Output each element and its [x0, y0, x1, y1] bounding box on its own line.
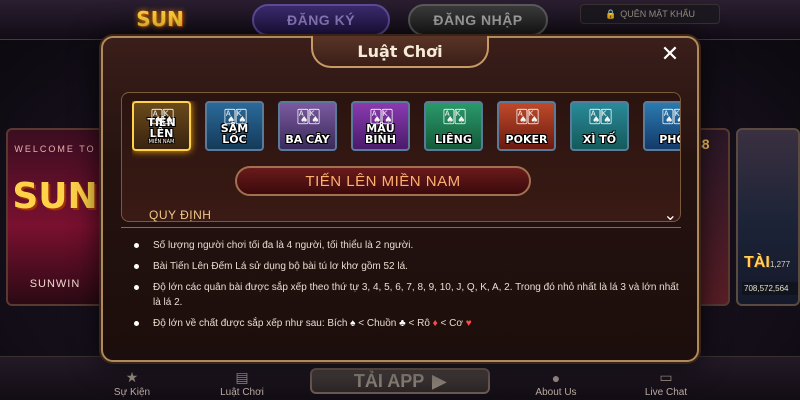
tai-value: 1,277: [770, 260, 791, 269]
tab-lieng[interactable]: 🂡🂮 LIÊNG: [424, 101, 483, 151]
cards-icon: 🂡🂮: [442, 109, 467, 124]
cards-icon: 🂡🂮: [223, 109, 248, 124]
nav-rules[interactable]: ▤ Luật Chơi: [202, 369, 282, 398]
tai-label: TÀI: [744, 254, 770, 271]
tab-sam-loc[interactable]: 🂡🂮 SÂM LỐC: [205, 101, 264, 151]
tab-xi-to[interactable]: 🂡🂮 XÌ TỐ: [570, 101, 629, 151]
nav-about-label: About Us: [535, 387, 577, 398]
tab-poker[interactable]: 🂡🂮 POKER: [497, 101, 556, 151]
nav-rules-label: Luật Chơi: [220, 387, 264, 398]
rule-item: Độ lớn các quân bài được sắp xếp theo th…: [129, 280, 679, 310]
nav-about[interactable]: ● About Us: [516, 370, 596, 398]
jackpot-value: 708,572,564: [742, 282, 798, 295]
cards-icon: 🂡🂮: [369, 109, 394, 124]
rule-text: < Cơ: [437, 318, 466, 329]
welcome-card[interactable]: WELCOME TO SUN SUNWIN: [6, 128, 104, 306]
nav-events[interactable]: ★ Sự Kiện: [92, 369, 172, 398]
tab-label: SÂM LỐC: [220, 122, 249, 146]
selected-game-title: TIẾN LÊN MIỀN NAM: [235, 166, 531, 196]
star-icon: ★: [125, 369, 139, 385]
top-bar: SUN ĐĂNG KÝ ĐĂNG NHẬP 🔒 QUÊN MẬT KHẨU: [0, 0, 800, 40]
rules-section-header[interactable]: QUY ĐỊNH ⌄: [121, 202, 681, 228]
rules-modal: Luật Chơi ✕ 🂡🂮 TIẾN LÊN MIỀN NAM 🂡🂮 SÂM L…: [101, 36, 699, 362]
tab-label: XÌ TỐ: [582, 133, 617, 146]
rule-text: < Rô: [405, 318, 433, 329]
nav-livechat[interactable]: ▭ Live Chat: [626, 369, 706, 398]
login-button[interactable]: ĐĂNG NHẬP: [408, 4, 548, 36]
rule-text: < Chuồn: [355, 318, 400, 329]
rule-item: Bài Tiến Lên Đếm Lá sử dụng bộ bài tú lơ…: [129, 259, 679, 274]
cards-icon: 🂡🂮: [661, 109, 680, 124]
download-app-button[interactable]: TẢI APP ▶: [310, 368, 490, 394]
tab-tien-len-mien-nam[interactable]: 🂡🂮 TIẾN LÊN MIỀN NAM: [132, 101, 191, 151]
tab-label: BA CÂY: [285, 133, 330, 146]
lock-icon: 🔒: [604, 8, 617, 19]
cards-icon: 🂡🂮: [150, 109, 175, 124]
close-icon[interactable]: ✕: [647, 40, 693, 68]
forgot-password-button[interactable]: 🔒 QUÊN MẬT KHẨU: [580, 4, 720, 24]
nav-events-label: Sự Kiện: [113, 387, 151, 398]
rule-text: Độ lớn về chất được sắp xếp như sau: Bíc…: [153, 318, 351, 329]
cards-icon: 🂡🂮: [588, 109, 613, 124]
rule-item: Độ lớn về chất được sắp xếp như sau: Bíc…: [129, 316, 679, 331]
game-card-taixiu[interactable]: TÀI 1,277 708,572,564: [736, 128, 800, 306]
tab-label: MẬU BINH: [365, 122, 396, 146]
welcome-card-logo: SUN: [12, 176, 98, 217]
tab-label: LIÊNG: [435, 133, 472, 146]
tab-ba-cay[interactable]: 🂡🂮 BA CÂY: [278, 101, 337, 151]
tab-label: PHỎ: [659, 133, 680, 146]
rules-list: Số lượng người chơi tối đa là 4 người, t…: [129, 238, 679, 337]
book-icon: ▤: [235, 369, 249, 385]
download-app-label: TẢI APP: [353, 370, 425, 391]
forgot-password-label: QUÊN MẬT KHẨU: [620, 9, 696, 19]
cards-icon: 🂡🂮: [296, 109, 321, 124]
person-icon: ●: [551, 370, 561, 386]
bottom-nav: ★ Sự Kiện ▤ Luật Chơi TẢI APP ▶ ● About …: [0, 356, 800, 400]
tab-mau-binh[interactable]: 🂡🂮 MẬU BINH: [351, 101, 410, 151]
tab-sublabel: MIỀN NAM: [148, 139, 175, 145]
chat-icon: ▭: [659, 369, 673, 385]
game-tabs: 🂡🂮 TIẾN LÊN MIỀN NAM 🂡🂮 SÂM LỐC 🂡🂮 BA CÂY…: [132, 101, 680, 159]
cards-icon: 🂡🂮: [515, 109, 540, 124]
register-button[interactable]: ĐĂNG KÝ: [252, 4, 390, 36]
modal-title: Luật Chơi: [311, 36, 489, 68]
nav-livechat-label: Live Chat: [644, 387, 688, 398]
section-label: QUY ĐỊNH: [149, 207, 212, 222]
sunwin-logo: SUN: [136, 7, 184, 31]
tab-label: POKER: [505, 133, 548, 146]
rule-item: Số lượng người chơi tối đa là 4 người, t…: [129, 238, 679, 253]
play-icon: ▶: [432, 370, 447, 391]
chevron-down-icon: ⌄: [663, 205, 677, 224]
welcome-card-brand: SUNWIN: [29, 278, 81, 290]
tab-phom[interactable]: 🂡🂮 PHỎ: [643, 101, 680, 151]
welcome-text: WELCOME TO: [14, 144, 96, 154]
heart-icon: ♥: [465, 318, 472, 329]
